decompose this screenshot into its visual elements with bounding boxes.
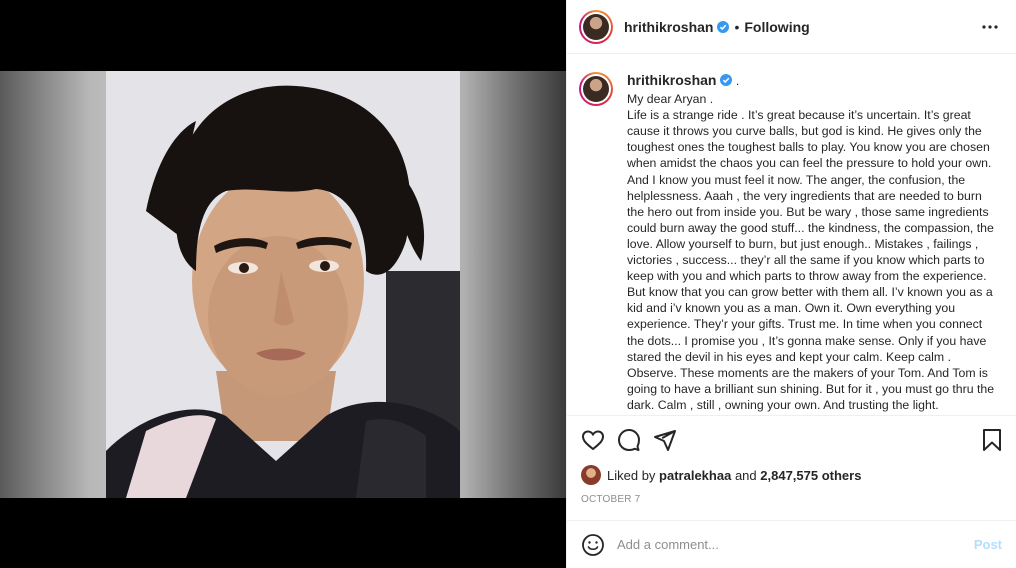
- caption-username-trailing: .: [732, 74, 740, 88]
- author-username[interactable]: hrithikroshan: [624, 19, 713, 35]
- post-details-panel: hrithikroshan • Following hrithikroshan …: [566, 0, 1016, 568]
- post-media: [0, 0, 566, 568]
- header-separator: •: [734, 18, 740, 35]
- likes-prefix: Liked by: [607, 467, 656, 483]
- comment-bar: Post: [567, 520, 1016, 568]
- caption-avatar[interactable]: [579, 72, 613, 106]
- media-stage: [0, 71, 566, 498]
- caption-section: hrithikroshan . My dear Aryan . Life is …: [567, 54, 1016, 415]
- caption-body: hrithikroshan . My dear Aryan . Life is …: [627, 72, 1000, 415]
- verified-badge-icon: [717, 20, 730, 33]
- likes-summary: Liked by patralekhaa and 2,847,575 other…: [581, 463, 1004, 487]
- following-button[interactable]: Following: [744, 19, 809, 35]
- emoji-icon[interactable]: [581, 533, 605, 557]
- more-options-icon[interactable]: [978, 15, 1002, 39]
- post-photo[interactable]: [106, 71, 460, 498]
- caption-username[interactable]: hrithikroshan: [627, 72, 716, 88]
- likes-others-link[interactable]: 2,847,575 others: [760, 468, 861, 483]
- post-date[interactable]: OCTOBER 7: [581, 494, 640, 505]
- comment-input[interactable]: [617, 537, 966, 552]
- caption-text: My dear Aryan . Life is a strange ride .…: [627, 92, 995, 412]
- author-avatar[interactable]: [579, 9, 613, 44]
- bookmark-icon[interactable]: [980, 428, 1004, 452]
- liker-avatar[interactable]: [581, 465, 601, 485]
- heart-icon[interactable]: [581, 428, 605, 452]
- likes-conjunction: and: [734, 467, 757, 483]
- share-icon[interactable]: [653, 428, 677, 452]
- post-comment-button[interactable]: Post: [974, 537, 1002, 552]
- post-actions: [567, 415, 1016, 463]
- author-avatar-image: [583, 13, 609, 40]
- comment-icon[interactable]: [617, 428, 641, 452]
- post-header: hrithikroshan • Following: [567, 0, 1016, 54]
- portrait-image: [106, 71, 460, 498]
- liker-username[interactable]: patralekhaa: [659, 468, 731, 483]
- caption-verified-badge-icon: [720, 74, 733, 86]
- caption-avatar-image: [583, 76, 609, 102]
